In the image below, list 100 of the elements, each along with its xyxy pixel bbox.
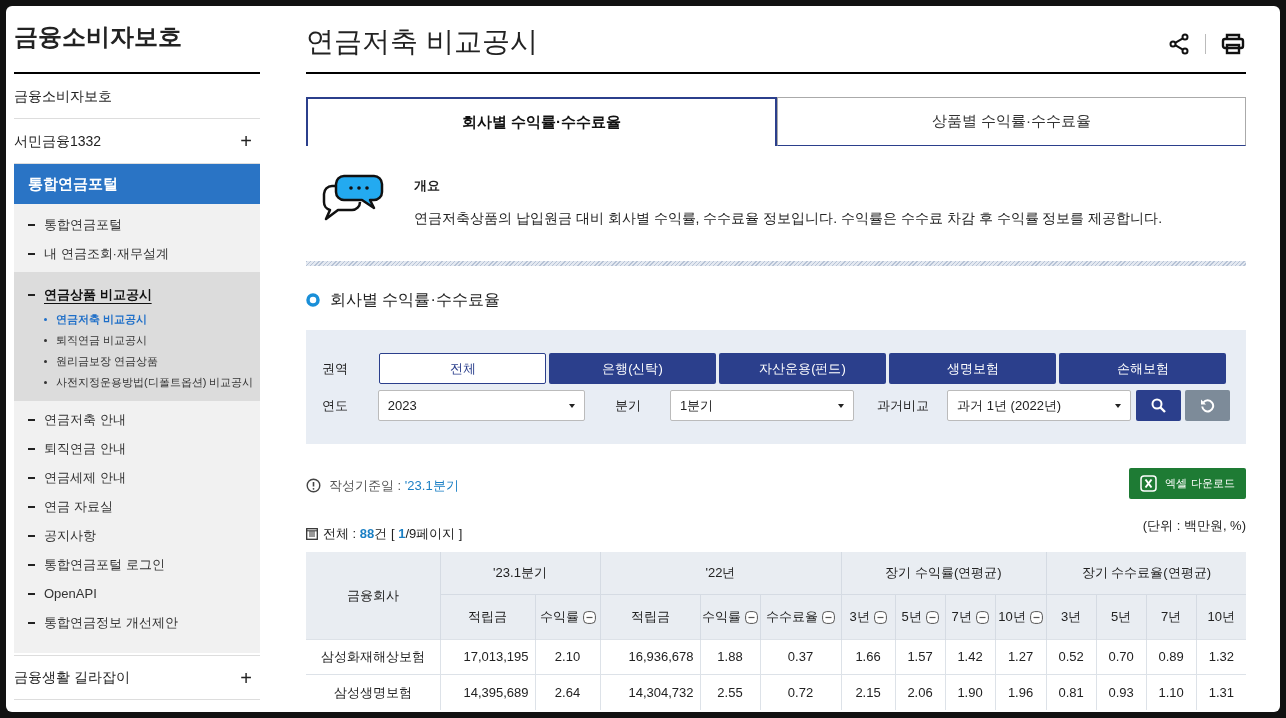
- tab[interactable]: 상품별 수익률·수수료율: [777, 97, 1246, 146]
- dash-icon: [28, 476, 35, 479]
- column-header: 5년: [901, 608, 922, 627]
- expand-button[interactable]: +: [240, 667, 260, 688]
- sidebar-subitem[interactable]: 연금저축 비교공시: [56, 311, 148, 328]
- table-cell: 2.10: [535, 639, 600, 675]
- sidebar-subitem[interactable]: 원리금보장 연금상품: [56, 353, 159, 370]
- dash-icon: [28, 447, 35, 450]
- select-field[interactable]: 1분기: [669, 390, 854, 421]
- spreadsheet-icon: [1140, 475, 1158, 492]
- bullet-icon: [44, 318, 47, 321]
- bullet-icon: [44, 360, 47, 363]
- column-header: 수익률: [539, 608, 579, 627]
- sidebar-subitem[interactable]: 공지사항: [44, 525, 96, 546]
- column-header: 10년: [998, 608, 1026, 627]
- caret-icon: [1114, 403, 1121, 408]
- minus-icon: [1029, 610, 1043, 624]
- table-cell: 0.93: [1096, 674, 1147, 710]
- region-button[interactable]: 전체: [379, 353, 546, 384]
- sort-button[interactable]: [873, 610, 887, 624]
- column-header: 금융회사: [306, 551, 440, 640]
- sidebar-subitem[interactable]: 내 연금조회·재무설계: [44, 243, 169, 264]
- region-button[interactable]: 손해보험: [1059, 353, 1226, 384]
- sidebar-subitem[interactable]: 사전지정운용방법(디폴트옵션) 비교공시: [56, 374, 254, 391]
- sidebar-subitem[interactable]: 연금세제 안내: [44, 467, 126, 488]
- sidebar-item[interactable]: 통합연금포털: [14, 164, 260, 204]
- column-header: 적립금: [468, 608, 507, 627]
- region-button[interactable]: 생명보험: [889, 353, 1056, 384]
- tab[interactable]: 회사별 수익률·수수료율: [306, 97, 777, 146]
- filter-label: 분기: [615, 396, 643, 415]
- column-header: 3년: [1060, 608, 1082, 627]
- dash-icon: [28, 223, 35, 226]
- column-header: 수익률: [702, 608, 741, 627]
- sort-button[interactable]: [925, 610, 939, 624]
- caret-icon: [837, 403, 844, 408]
- sort-button[interactable]: [822, 610, 835, 624]
- column-header: 3년: [849, 608, 870, 627]
- sidebar-subitem[interactable]: 연금저축 안내: [44, 409, 126, 430]
- minus-icon: [582, 610, 596, 624]
- search-icon: [1150, 398, 1166, 413]
- table-cell: 2.15: [841, 674, 896, 710]
- select-field[interactable]: 2023: [377, 390, 586, 421]
- select-field[interactable]: 과거 1년 (2022년): [947, 390, 1131, 421]
- minus-icon: [745, 610, 758, 624]
- sort-button[interactable]: [582, 610, 596, 624]
- filter-label: 과거비교: [876, 396, 930, 415]
- table-cell: 1.32: [1196, 639, 1247, 675]
- section-title: 회사별 수익률·수수료율: [330, 290, 500, 310]
- result-count: 전체 : 88건 [ 1/9페이지 ]: [323, 525, 463, 543]
- table-cell: 17,013,195: [440, 639, 535, 675]
- sidebar-subitem[interactable]: 퇴직연금 안내: [44, 438, 126, 459]
- list-icon: [306, 527, 318, 540]
- ring-bullet-icon: [306, 293, 320, 307]
- sidebar-item[interactable]: 금융생활 길라잡이: [14, 667, 130, 688]
- sort-button[interactable]: [975, 610, 989, 624]
- sidebar-subitem[interactable]: 통합연금포털 로그인: [44, 554, 165, 575]
- minus-icon: [975, 610, 989, 624]
- sidebar-subitem[interactable]: OpenAPI: [44, 583, 97, 604]
- minus-icon: [873, 610, 887, 624]
- table-cell: 1.66: [841, 639, 896, 675]
- caret-icon: [569, 403, 576, 408]
- dash-icon: [28, 252, 35, 255]
- sidebar-subitem[interactable]: 연금상품 비교공시: [44, 284, 152, 305]
- share-icon: [1168, 33, 1190, 55]
- sidebar-title: 금융소비자보호: [14, 22, 182, 52]
- select-value: 1분기: [679, 396, 714, 415]
- region-button[interactable]: 자산운용(펀드): [719, 353, 886, 384]
- minus-icon: [822, 610, 835, 624]
- sidebar-subitem[interactable]: 퇴직연금 비교공시: [56, 332, 148, 349]
- sort-button[interactable]: [1029, 610, 1043, 624]
- reset-icon: [1199, 398, 1215, 413]
- table-cell: 14,395,689: [440, 674, 535, 710]
- table-cell: 1.88: [700, 639, 760, 675]
- dash-icon: [28, 418, 35, 421]
- table-cell: 1.31: [1196, 674, 1247, 710]
- sidebar-subitem[interactable]: 연금 자료실: [44, 496, 113, 517]
- table-cell: 1.27: [995, 639, 1047, 675]
- sort-button[interactable]: [745, 610, 758, 624]
- sidebar-subitem[interactable]: 통합연금포털: [44, 214, 122, 235]
- filter-label: 권역: [322, 359, 349, 378]
- dash-icon: [28, 293, 35, 296]
- share-button[interactable]: [1167, 32, 1191, 56]
- excel-download-button[interactable]: 엑셀 다운로드: [1129, 468, 1246, 499]
- table-cell: 1.10: [1146, 674, 1197, 710]
- search-button[interactable]: [1135, 390, 1181, 421]
- bullet-icon: [44, 381, 47, 384]
- table-cell: 1.96: [995, 674, 1047, 710]
- table-cell: 2.55: [700, 674, 760, 710]
- sidebar-item[interactable]: 서민금융1332: [14, 130, 102, 152]
- table-cell: 1.42: [945, 639, 996, 675]
- table-cell: 0.81: [1046, 674, 1097, 710]
- table-cell: 14,304,732: [600, 674, 700, 710]
- expand-button[interactable]: +: [240, 131, 260, 151]
- column-group-header: 장기 수익률(연평균): [841, 551, 1047, 595]
- table-cell: 1.90: [945, 674, 996, 710]
- sidebar-subitem[interactable]: 통합연금정보 개선제안: [44, 612, 178, 633]
- print-button[interactable]: [1220, 32, 1246, 56]
- column-header: 5년: [1110, 608, 1132, 627]
- sidebar-item[interactable]: 금융소비자보호: [14, 85, 112, 107]
- region-button[interactable]: 은행(신탁): [549, 353, 716, 384]
